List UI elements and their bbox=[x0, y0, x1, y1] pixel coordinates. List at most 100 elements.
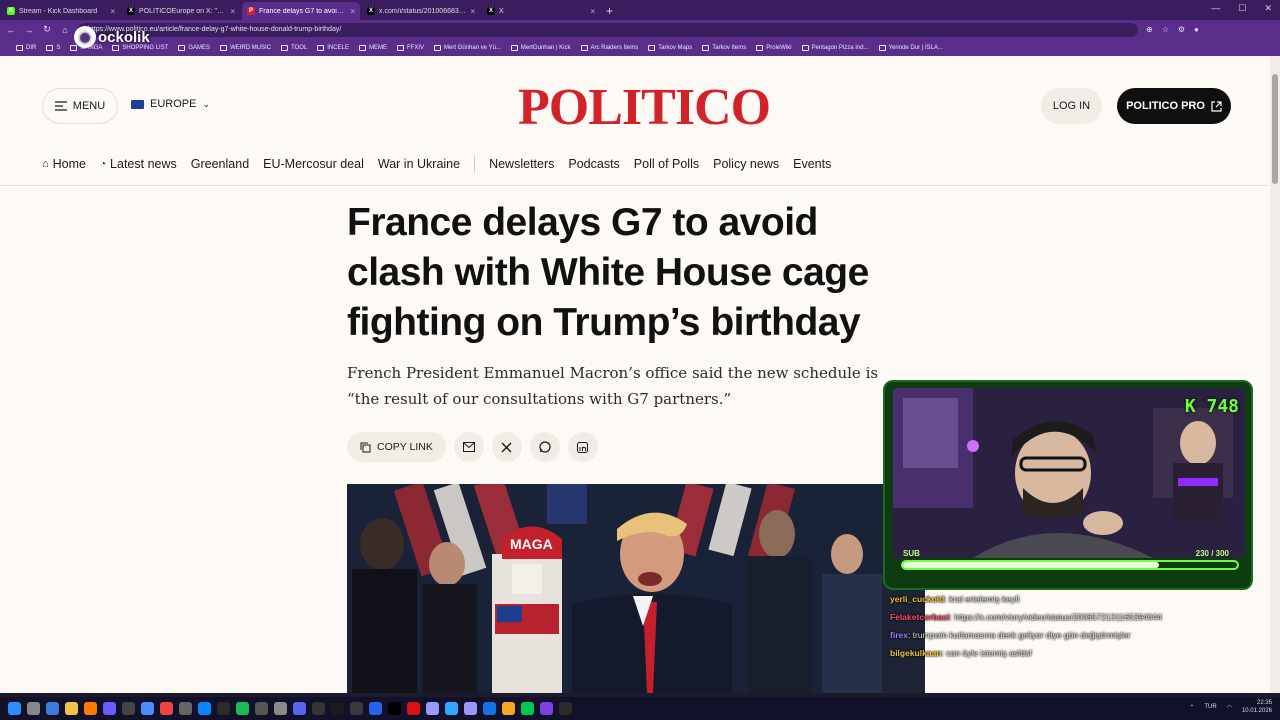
nav-item[interactable]: War in Ukraine bbox=[378, 157, 460, 171]
bookmark-item[interactable]: Tarkov Maps bbox=[648, 44, 692, 51]
app-icon[interactable] bbox=[160, 702, 173, 715]
bookmark-item[interactable]: MEME bbox=[358, 44, 387, 51]
home-icon[interactable]: ⌂ bbox=[60, 25, 70, 35]
minimize-icon[interactable]: — bbox=[1211, 3, 1220, 14]
app-icon[interactable] bbox=[274, 702, 287, 715]
nav-item[interactable]: Greenland bbox=[191, 157, 249, 171]
back-icon[interactable]: ← bbox=[6, 25, 16, 35]
app-icon[interactable] bbox=[540, 702, 553, 715]
tab-close-icon[interactable]: × bbox=[470, 7, 475, 16]
copy-link-button[interactable]: COPY LINK bbox=[347, 432, 446, 462]
browser-tab[interactable]: X POLITICOEurope on X: "🚨 BREAKING × bbox=[122, 2, 240, 20]
app-icon[interactable] bbox=[559, 702, 572, 715]
wifi-icon[interactable]: ◠ bbox=[1227, 704, 1232, 711]
nav-item[interactable]: ◔ Latest news bbox=[100, 157, 177, 171]
bookmark-item[interactable]: S bbox=[46, 44, 60, 51]
task-view-icon[interactable] bbox=[46, 702, 59, 715]
politico-logo[interactable]: POLITICO bbox=[518, 78, 771, 137]
close-icon[interactable]: ✕ bbox=[1264, 3, 1272, 14]
app-icon[interactable] bbox=[502, 702, 515, 715]
tab-close-icon[interactable]: × bbox=[110, 7, 115, 16]
bookmark-item[interactable]: Tarkov Items bbox=[702, 44, 746, 51]
app-icon[interactable] bbox=[521, 702, 534, 715]
discord-icon[interactable] bbox=[103, 702, 116, 715]
bookmark-item[interactable]: Mert Günhan ve Yü... bbox=[434, 44, 501, 51]
page-scrollbar[interactable] bbox=[1270, 56, 1280, 693]
nav-item[interactable]: Podcasts bbox=[568, 157, 619, 171]
scrollbar-thumb[interactable] bbox=[1272, 74, 1278, 184]
browser-icon[interactable] bbox=[84, 702, 97, 715]
nav-item[interactable]: Policy news bbox=[713, 157, 779, 171]
reload-icon[interactable]: ↻ bbox=[42, 24, 52, 35]
edge-icon[interactable] bbox=[198, 702, 211, 715]
windows-start-icon[interactable] bbox=[8, 702, 21, 715]
maximize-icon[interactable]: ☐ bbox=[1238, 3, 1246, 14]
politico-pro-button[interactable]: POLITICO PRO bbox=[1117, 88, 1231, 124]
profile-icon[interactable]: ● bbox=[1194, 25, 1199, 34]
login-button[interactable]: LOG IN bbox=[1041, 88, 1102, 124]
folder-icon bbox=[702, 44, 710, 51]
bookmark-item[interactable]: GAMES bbox=[178, 44, 210, 51]
app-icon[interactable] bbox=[331, 702, 344, 715]
share-email-button[interactable] bbox=[453, 432, 484, 462]
search-icon[interactable] bbox=[27, 702, 40, 715]
nav-item[interactable]: ⌂ Home bbox=[42, 157, 86, 171]
url-input[interactable]: https://www.politico.eu/article/france-d… bbox=[78, 22, 1138, 37]
photoshop-icon[interactable] bbox=[445, 702, 458, 715]
clock[interactable]: 22:35 10.01.2026 bbox=[1242, 699, 1272, 715]
app-icon[interactable] bbox=[217, 702, 230, 715]
bookmark-item[interactable]: Pentagon Pizza Ind... bbox=[801, 44, 869, 51]
nav-item[interactable]: EU-Mercosur deal bbox=[263, 157, 364, 171]
new-tab-button[interactable]: + bbox=[606, 2, 613, 20]
app-icon[interactable] bbox=[293, 702, 306, 715]
bookmark-item[interactable]: MertGunhan | Kick bbox=[510, 44, 571, 51]
bookmark-item[interactable]: WEIRD MUSIC bbox=[220, 44, 271, 51]
premiere-icon[interactable] bbox=[464, 702, 477, 715]
tab-close-icon[interactable]: × bbox=[230, 7, 235, 16]
bookmark-item[interactable]: TOOL bbox=[281, 44, 307, 51]
bookmark-item[interactable]: Arc Raiders Items bbox=[580, 44, 638, 51]
app-icon[interactable] bbox=[388, 702, 401, 715]
spotify-icon[interactable] bbox=[236, 702, 249, 715]
app-icon[interactable] bbox=[312, 702, 325, 715]
app-icon[interactable] bbox=[350, 702, 363, 715]
bookmark-item[interactable]: Yerinde Dur | İSLA... bbox=[878, 44, 943, 51]
app-icon[interactable] bbox=[407, 702, 420, 715]
bookmark-item[interactable]: İNCELE bbox=[317, 44, 349, 51]
chevron-up-icon[interactable]: ⌃ bbox=[1189, 704, 1194, 711]
nav-item[interactable]: Events bbox=[793, 157, 831, 171]
bookmark-item[interactable]: ProleWiki bbox=[756, 44, 792, 51]
app-icon[interactable] bbox=[122, 702, 135, 715]
app-icon[interactable] bbox=[483, 702, 496, 715]
nav-item[interactable]: Newsletters bbox=[489, 157, 554, 171]
menu-button[interactable]: MENU bbox=[42, 88, 118, 124]
browser-tab[interactable]: X X × bbox=[482, 2, 600, 20]
browser-tab[interactable]: Xx.com/i/status/20100668389320× bbox=[362, 2, 480, 20]
app-icon[interactable] bbox=[179, 702, 192, 715]
extensions-icon[interactable]: ⚙ bbox=[1178, 25, 1185, 34]
tab-close-icon[interactable]: × bbox=[350, 7, 355, 16]
browser-tab[interactable]: P France delays G7 to avoid clash wi× bbox=[242, 2, 360, 20]
share-x-button[interactable] bbox=[491, 432, 522, 462]
language-indicator[interactable]: TUR bbox=[1204, 704, 1216, 710]
bookmark-item[interactable]: FFXIV bbox=[396, 44, 424, 51]
bookmark-star-icon[interactable]: ☆ bbox=[1162, 25, 1169, 34]
region-selector[interactable]: EUROPE ⌄ bbox=[131, 98, 210, 110]
app-icon[interactable] bbox=[141, 702, 154, 715]
system-tray: ⌃ TUR ◠ 22:35 10.01.2026 bbox=[1189, 699, 1272, 715]
tab-title: X bbox=[499, 7, 504, 15]
share-linkedin-button[interactable] bbox=[567, 432, 598, 462]
app-icon[interactable] bbox=[369, 702, 382, 715]
tab-close-icon[interactable]: × bbox=[590, 7, 595, 16]
forward-icon[interactable]: → bbox=[24, 25, 34, 35]
browser-tab[interactable]: K Stream - Kick Dashboard × bbox=[2, 2, 120, 20]
app-icon[interactable] bbox=[426, 702, 439, 715]
zoom-icon[interactable]: ⊕ bbox=[1146, 25, 1153, 34]
steam-icon[interactable] bbox=[255, 702, 268, 715]
folder-icon bbox=[434, 44, 441, 51]
nav-item[interactable]: Poll of Polls bbox=[634, 157, 699, 171]
file-explorer-icon[interactable] bbox=[65, 702, 78, 715]
bookmark-item[interactable]: DIR bbox=[16, 44, 36, 51]
kick-viewer-counter: K 748 bbox=[1184, 396, 1239, 417]
share-whatsapp-button[interactable] bbox=[529, 432, 560, 462]
